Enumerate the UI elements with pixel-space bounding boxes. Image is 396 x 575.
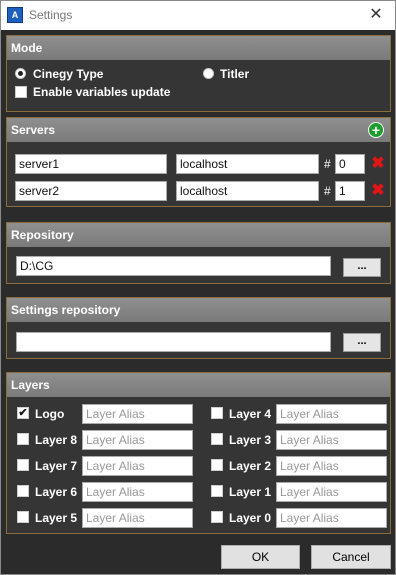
layer-8-alias-input[interactable]: Layer Alias bbox=[82, 430, 193, 450]
layer-5-checkbox[interactable] bbox=[17, 511, 29, 523]
layer-0-alias-input[interactable]: Layer Alias bbox=[276, 508, 387, 528]
layer-3-checkbox[interactable] bbox=[211, 433, 223, 445]
layer-1-label: Layer 1 bbox=[229, 485, 272, 499]
layer-8-checkbox[interactable] bbox=[17, 433, 29, 445]
ok-button[interactable]: OK bbox=[221, 545, 300, 569]
titler-label: Titler bbox=[220, 67, 250, 81]
settings-repository-path-input[interactable] bbox=[16, 332, 331, 352]
layer-5-alias-input[interactable]: Layer Alias bbox=[82, 508, 193, 528]
layer-6-checkbox[interactable] bbox=[17, 485, 29, 497]
enable-variables-label: Enable variables update bbox=[33, 85, 171, 99]
layer-7-checkbox[interactable] bbox=[17, 459, 29, 471]
server2-index-input[interactable]: 1 bbox=[335, 181, 365, 201]
layers-header: Layers bbox=[7, 373, 390, 397]
layer-7-alias-input[interactable]: Layer Alias bbox=[82, 456, 193, 476]
layer-logo-label: Logo bbox=[35, 407, 65, 421]
repository-header: Repository bbox=[7, 223, 390, 247]
layer-4-label: Layer 4 bbox=[229, 407, 272, 421]
layer-3-alias-input[interactable]: Layer Alias bbox=[276, 430, 387, 450]
server2-host-input[interactable]: localhost bbox=[176, 181, 319, 201]
cinegy-app-icon: A bbox=[7, 7, 23, 23]
layer-0-checkbox[interactable] bbox=[211, 511, 223, 523]
mode-group: Mode Cinegy Type Titler Enable variables… bbox=[6, 35, 391, 112]
layer-8-label: Layer 8 bbox=[35, 433, 78, 447]
delete-server2-icon[interactable]: ✖ bbox=[371, 183, 385, 199]
window-title: Settings bbox=[29, 8, 73, 22]
layer-6-alias-input[interactable]: Layer Alias bbox=[82, 482, 193, 502]
layer-1-alias-input[interactable]: Layer Alias bbox=[276, 482, 387, 502]
title-bar: A Settings ✕ bbox=[1, 1, 395, 30]
settings-repository-header: Settings repository bbox=[7, 298, 390, 322]
repository-group: Repository D:\CG ... bbox=[6, 222, 391, 284]
settings-repository-browse-button[interactable]: ... bbox=[343, 333, 381, 352]
repository-path-input[interactable]: D:\CG bbox=[16, 256, 331, 276]
close-icon[interactable]: ✕ bbox=[363, 3, 389, 27]
add-server-icon[interactable]: + bbox=[368, 122, 384, 138]
delete-server1-icon[interactable]: ✖ bbox=[371, 156, 385, 172]
titler-radio[interactable] bbox=[203, 68, 214, 79]
server1-host-input[interactable]: localhost bbox=[176, 154, 319, 174]
server1-name-input[interactable]: server1 bbox=[15, 154, 167, 174]
layer-logo-checkbox[interactable]: ✔ bbox=[17, 407, 29, 419]
layer-7-label: Layer 7 bbox=[35, 459, 78, 473]
layers-group: Layers ✔ Logo Layer Alias Layer 8 Layer … bbox=[6, 372, 391, 534]
mode-header: Mode bbox=[7, 36, 390, 60]
server2-hash-label: # bbox=[324, 184, 331, 198]
server1-index-input[interactable]: 0 bbox=[335, 154, 365, 174]
server1-hash-label: # bbox=[324, 157, 331, 171]
dialog-content: Mode Cinegy Type Titler Enable variables… bbox=[1, 30, 395, 574]
settings-window: A Settings ✕ Mode Cinegy Type Titler Ena… bbox=[0, 0, 396, 575]
cinegy-type-label: Cinegy Type bbox=[33, 67, 104, 81]
layer-logo-alias-input[interactable]: Layer Alias bbox=[82, 404, 193, 424]
layer-5-label: Layer 5 bbox=[35, 511, 78, 525]
server2-name-input[interactable]: server2 bbox=[15, 181, 167, 201]
layer-0-label: Layer 0 bbox=[229, 511, 272, 525]
settings-repository-group: Settings repository ... bbox=[6, 297, 391, 359]
cancel-button[interactable]: Cancel bbox=[311, 545, 391, 569]
layer-6-label: Layer 6 bbox=[35, 485, 78, 499]
layer-4-alias-input[interactable]: Layer Alias bbox=[276, 404, 387, 424]
layer-2-checkbox[interactable] bbox=[211, 459, 223, 471]
layer-4-checkbox[interactable] bbox=[211, 407, 223, 419]
layer-2-alias-input[interactable]: Layer Alias bbox=[276, 456, 387, 476]
cinegy-type-radio[interactable] bbox=[15, 68, 26, 79]
servers-header: Servers + bbox=[7, 118, 390, 142]
servers-group: Servers + server1 localhost # 0 ✖ server… bbox=[6, 117, 391, 207]
layer-3-label: Layer 3 bbox=[229, 433, 272, 447]
servers-header-label: Servers bbox=[11, 123, 56, 137]
enable-variables-checkbox[interactable] bbox=[15, 86, 27, 98]
repository-browse-button[interactable]: ... bbox=[343, 258, 381, 277]
layer-1-checkbox[interactable] bbox=[211, 485, 223, 497]
layer-2-label: Layer 2 bbox=[229, 459, 272, 473]
